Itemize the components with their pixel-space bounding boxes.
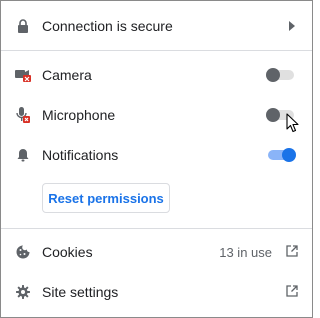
microphone-blocked-icon bbox=[15, 107, 31, 123]
lock-icon bbox=[15, 18, 31, 34]
chevron-right-icon bbox=[288, 18, 296, 34]
external-link-icon bbox=[286, 244, 298, 260]
cookies-label: Cookies bbox=[42, 244, 93, 260]
permission-row-camera: Camera bbox=[1, 63, 312, 87]
permission-row-microphone: Microphone bbox=[1, 103, 312, 127]
camera-blocked-icon bbox=[15, 67, 31, 83]
divider bbox=[1, 228, 312, 229]
toggle-knob bbox=[282, 148, 296, 162]
reset-permissions-button[interactable]: Reset permissions bbox=[42, 183, 170, 213]
cookie-icon bbox=[15, 244, 31, 260]
permission-label-microphone: Microphone bbox=[42, 107, 116, 123]
notifications-toggle[interactable] bbox=[266, 148, 296, 162]
site-info-popup: Connection is secure Camera Microphone N… bbox=[0, 0, 313, 318]
camera-toggle[interactable] bbox=[266, 68, 296, 82]
site-settings-label: Site settings bbox=[42, 284, 119, 300]
cookies-row[interactable]: Cookies 13 in use bbox=[1, 240, 312, 264]
bell-icon bbox=[15, 147, 31, 163]
external-link-icon bbox=[286, 284, 298, 300]
permission-row-notifications: Notifications bbox=[1, 143, 312, 167]
permission-label-notifications: Notifications bbox=[42, 147, 119, 163]
permission-label-camera: Camera bbox=[42, 67, 92, 83]
connection-label: Connection is secure bbox=[42, 18, 173, 34]
cookies-count: 13 in use bbox=[219, 244, 272, 260]
toggle-knob bbox=[266, 108, 280, 122]
mouse-cursor-icon bbox=[286, 113, 300, 138]
connection-row[interactable]: Connection is secure bbox=[1, 13, 312, 39]
toggle-knob bbox=[266, 68, 280, 82]
divider bbox=[1, 50, 312, 51]
gear-icon bbox=[15, 284, 31, 300]
site-settings-row[interactable]: Site settings bbox=[1, 280, 312, 304]
